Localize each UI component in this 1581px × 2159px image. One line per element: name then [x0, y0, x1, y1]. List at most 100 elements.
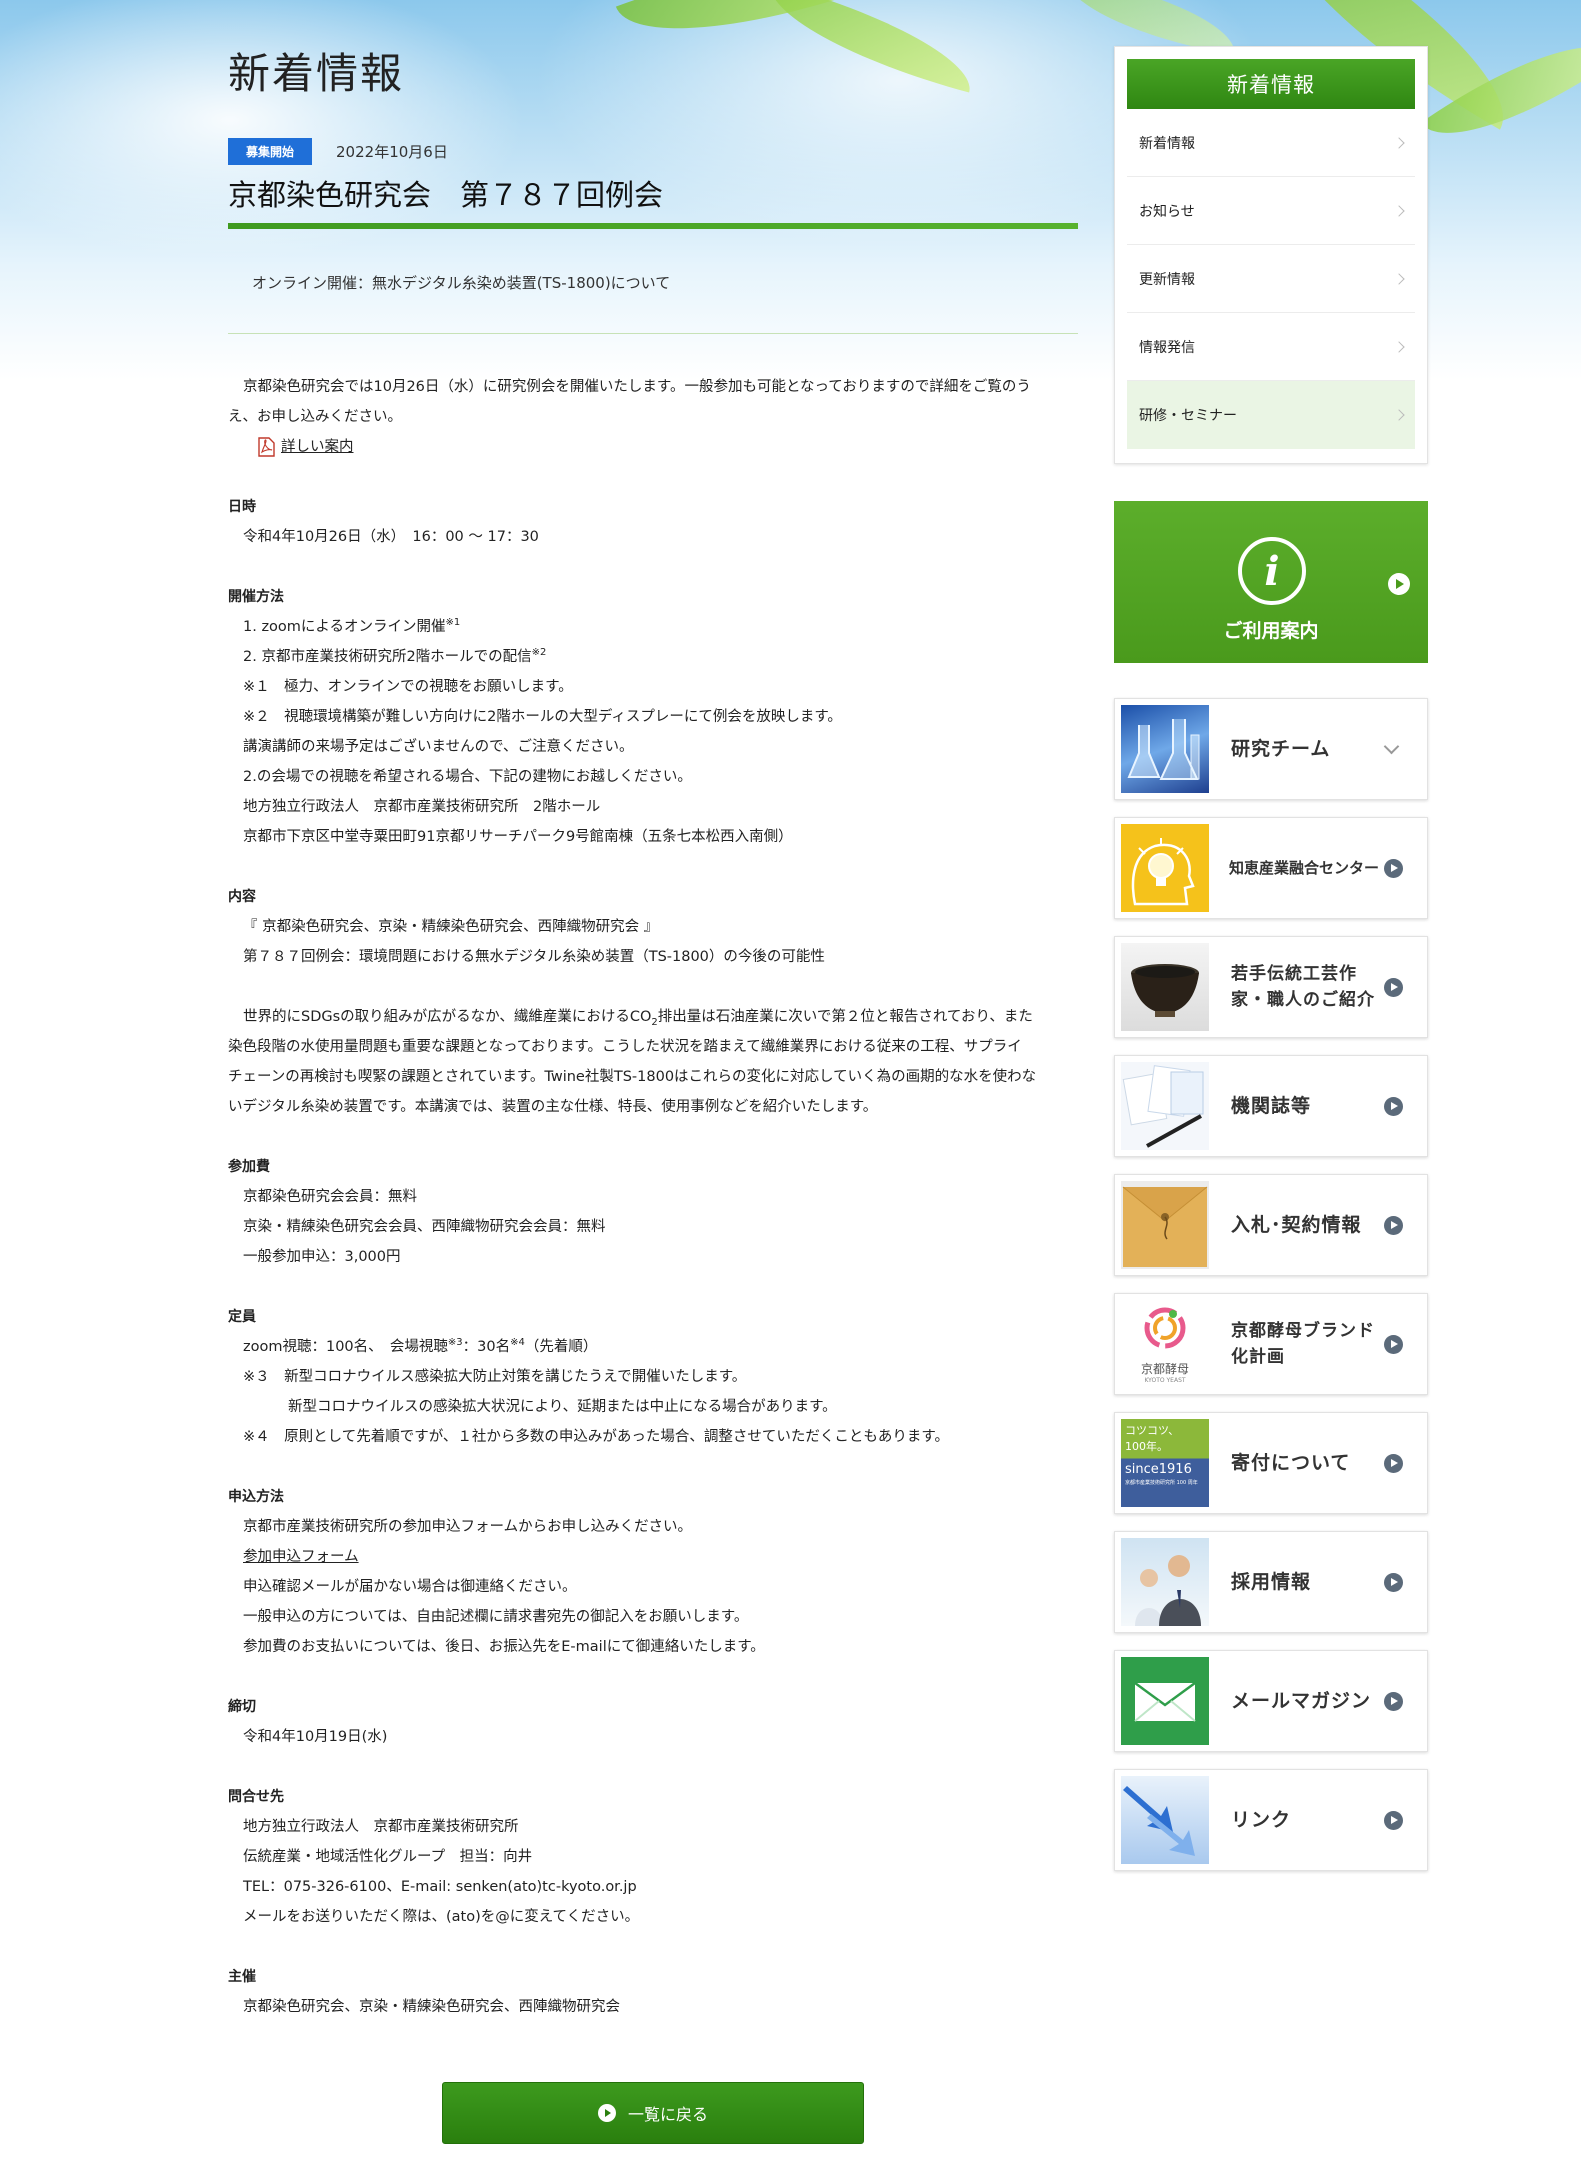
back-to-list-label: 一覧に戻る: [627, 2105, 708, 2124]
section-heading: 締切: [228, 1699, 256, 1715]
banner-links[interactable]: リンク: [1114, 1769, 1428, 1871]
arrows-icon: [1121, 1776, 1209, 1864]
lead-divider: [228, 333, 1078, 334]
section-heading: 申込方法: [228, 1489, 284, 1505]
play-icon: [1384, 1811, 1403, 1830]
pdf-icon: [258, 437, 275, 457]
apply-form-link-row: 参加申込フォーム: [228, 1542, 1078, 1572]
chevron-right-icon: [1393, 272, 1405, 285]
sidebar-item-label: 研修・セミナー: [1139, 408, 1237, 424]
banner-kyoto-yeast[interactable]: 京都酵母 KYOTO YEAST 京都酵母ブランド化計画: [1114, 1293, 1428, 1395]
play-icon: [1384, 1097, 1403, 1116]
title-underline: [228, 223, 1078, 229]
chevron-right-icon: [1393, 136, 1405, 149]
banner-donation[interactable]: コツコツ、 100年。 since1916 京都市産業技術研究所 100 周年 …: [1114, 1412, 1428, 1514]
section-heading: 内容: [228, 889, 256, 905]
pdf-link-label[interactable]: 詳しい案内: [281, 432, 354, 462]
play-icon: [1384, 1216, 1403, 1235]
kyoto-yeast-logo-icon: 京都酵母 KYOTO YEAST: [1121, 1300, 1209, 1388]
apply-form-link[interactable]: 参加申込フォーム: [243, 1549, 359, 1565]
contact-text: TEL：075-326-6100、E-mail: senken(ato)tc-k…: [243, 1879, 637, 1895]
capacity-text: zoom視聴：100名、 会場視聴※3：30名※4（先着順）: [228, 1332, 1078, 1362]
method-text: 2. 京都市産業技術研究所2階ホールでの配信: [243, 649, 532, 665]
sidebar-item-news[interactable]: 新着情報: [1127, 109, 1415, 177]
since-text: コツコツ、: [1125, 1424, 1180, 1437]
footnote-mark: ※2: [531, 647, 547, 659]
article-date: 2022年10月6日: [336, 142, 448, 161]
banner-bidding[interactable]: 入札･契約情報: [1114, 1174, 1428, 1276]
banner-research-team[interactable]: 研究チーム: [1114, 698, 1428, 800]
sidebar-item-label: 情報発信: [1139, 339, 1195, 356]
back-to-list-button[interactable]: 一覧に戻る: [442, 2082, 864, 2144]
banner-label: 入札･契約情報: [1231, 1213, 1362, 1236]
sidebar-item-notice[interactable]: お知らせ: [1127, 177, 1415, 245]
banner-label: メールマガジン: [1231, 1689, 1372, 1712]
banner-recruit[interactable]: 採用情報: [1114, 1531, 1428, 1633]
guide-card[interactable]: i ご利用案内: [1114, 501, 1428, 663]
banner-mail-magazine[interactable]: メールマガジン: [1114, 1650, 1428, 1752]
capacity-note: ※３ 新型コロナウイルス感染拡大防止対策を講じたうえで開催いたします。: [243, 1369, 747, 1385]
article-title: 京都染色研究会 第７８７回例会: [228, 178, 664, 212]
section-heading: 主催: [228, 1969, 256, 1985]
footnote-mark: ※3: [447, 1337, 463, 1349]
apply-text: 京都市産業技術研究所の参加申込フォームからお申し込みください。: [243, 1519, 693, 1535]
banner-young-artisans[interactable]: 若手伝統工芸作家・職人のご紹介: [1114, 936, 1428, 1038]
banner-label: 若手伝統工芸作家・職人のご紹介: [1231, 964, 1375, 1010]
apply-text: 一般申込の方については、自由記述欄に請求書宛先の御記入をお願いします。: [243, 1609, 749, 1625]
contact-text: 地方独立行政法人 京都市産業技術研究所: [243, 1819, 519, 1835]
banner-label: 機関誌等: [1231, 1094, 1312, 1117]
banner-chie-center[interactable]: 知恵産業融合センター: [1114, 817, 1428, 919]
intro-text: 京都染色研究会では10月26日（水）に研究例会を開催いたします。一般参加も可能と…: [243, 379, 1031, 395]
play-icon: [1384, 978, 1403, 997]
banner-label: リンク: [1231, 1808, 1292, 1831]
section-heading: 定員: [228, 1309, 256, 1325]
sidebar-item-label: 更新情報: [1139, 271, 1195, 288]
sidebar-item-label: 新着情報: [1139, 135, 1195, 152]
apply-text: 参加費のお支払いについては、後日、お振込先をE-mailにて御連絡いたします。: [243, 1639, 765, 1655]
since-text: 100年。: [1125, 1440, 1168, 1453]
yeast-logo-text: 京都酵母: [1140, 1362, 1189, 1376]
sidebar: 新着情報 新着情報 お知らせ 更新情報 情報発信 研修・セミナー i ご利用案内…: [1114, 46, 1428, 1871]
sidebar-item-publicity[interactable]: 情報発信: [1127, 313, 1415, 381]
info-icon: i: [1238, 537, 1306, 605]
description-text: 世界的にSDGsの取り組みが広がるなか、繊維産業におけるCO2排出量は石油産業に…: [228, 1002, 1078, 1032]
description-text: 染色段階の水使用量問題も重要な課題となっております。こうした状況を踏まえて繊維業…: [228, 1039, 1022, 1055]
capacity-note: 新型コロナウイルスの感染拡大状況により、延期または中止になる場合があります。: [288, 1399, 837, 1415]
method-item: 1. zoomによるオンライン開催※1: [228, 612, 1078, 642]
capacity-note: ※４ 原則として先着順ですが、１社から多数の申込みがあった場合、調整させていただ…: [243, 1429, 949, 1445]
section-heading: 問合せ先: [228, 1789, 284, 1805]
documents-pen-icon: [1121, 1062, 1209, 1150]
tea-bowl-icon: [1121, 943, 1209, 1031]
method-note: ※２ 視聴環境構築が難しい方向けに2階ホールの大型ディスプレーにて例会を放映しま…: [243, 709, 842, 725]
bamboo-leaf-decoration: [756, 0, 984, 93]
method-text: 1. zoomによるオンライン開催: [243, 619, 446, 635]
banner-publications[interactable]: 機関誌等: [1114, 1055, 1428, 1157]
pdf-link[interactable]: 詳しい案内: [258, 432, 1078, 462]
schedule-text: 令和4年10月26日（水） 16：00 ～ 17：30: [243, 529, 539, 545]
footnote-mark: ※4: [510, 1337, 525, 1349]
content-text: 『 京都染色研究会、京染・精練染色研究会、西陣織物研究会 』: [243, 919, 659, 935]
play-icon: [597, 2104, 616, 2122]
banner-label: 研究チーム: [1231, 737, 1331, 760]
fee-item: 一般参加申込：3,000円: [243, 1249, 401, 1265]
host-text: 京都染色研究会、京染・精練染色研究会、西陣織物研究会: [243, 1999, 620, 2015]
article-meta: 募集開始 2022年10月6日: [228, 137, 448, 165]
intro-text: え、お申し込みください。: [228, 409, 402, 425]
sidebar-item-label: お知らせ: [1139, 203, 1195, 220]
sidebar-item-updates[interactable]: 更新情報: [1127, 245, 1415, 313]
play-icon: [1384, 859, 1403, 878]
banner-label: 採用情報: [1231, 1570, 1312, 1593]
status-badge: 募集開始: [228, 137, 313, 165]
fee-item: 京都染色研究会会員：無料: [243, 1189, 417, 1205]
footnote-mark: ※1: [445, 617, 461, 629]
section-heading: 開催方法: [228, 589, 284, 605]
method-item: 2. 京都市産業技術研究所2階ホールでの配信※2: [228, 642, 1078, 672]
banner-label: 寄付について: [1231, 1451, 1351, 1474]
chevron-right-icon: [1393, 340, 1405, 353]
sidebar-item-seminar[interactable]: 研修・セミナー: [1127, 381, 1415, 449]
yeast-logo-sub: KYOTO YEAST: [1144, 1377, 1186, 1384]
contact-text: 伝統産業・地域活性化グループ 担当：向井: [243, 1849, 533, 1865]
lab-glassware-icon: [1121, 705, 1209, 793]
deadline-text: 令和4年10月19日(水): [243, 1729, 388, 1745]
